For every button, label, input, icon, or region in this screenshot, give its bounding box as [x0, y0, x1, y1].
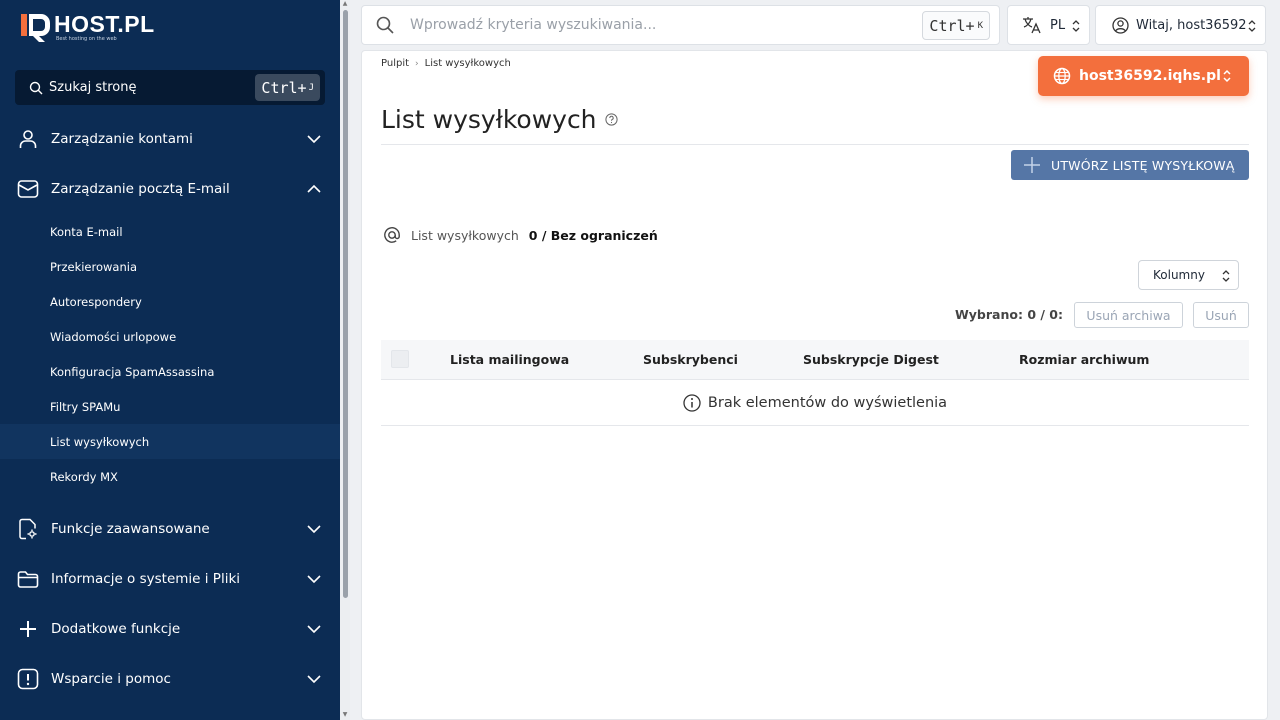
translate-icon [1023, 17, 1041, 34]
shortcut-key: J [308, 82, 314, 93]
create-mailing-list-button[interactable]: UTWÓRZ LISTĘ WYSYŁKOWĄ [1011, 150, 1249, 180]
chevron-down-icon [307, 135, 321, 144]
user-greeting: Witaj, host36592 [1136, 17, 1247, 33]
user-circle-icon [1112, 16, 1129, 34]
search-shortcut: Ctrl+ K [922, 11, 990, 40]
sidebar-item-mailing-lists[interactable]: List wysyłkowych [0, 424, 340, 459]
mail-icon [17, 178, 39, 200]
columns-label: Kolumny [1153, 268, 1205, 282]
sidebar-item-vacation-messages[interactable]: Wiadomości urlopowe [0, 319, 340, 354]
help-icon[interactable] [604, 113, 618, 126]
sidebar: HOST.PL Best hosting on the web Szukaj s… [0, 0, 340, 720]
shortcut-text: Ctrl+ [929, 16, 975, 35]
brand-name: HOST.PL [54, 11, 155, 37]
search-icon [376, 16, 394, 34]
scroll-down-arrow-icon[interactable]: ▼ [341, 711, 349, 719]
scroll-up-arrow-icon[interactable]: ▲ [341, 0, 349, 8]
search-placeholder: Wprowadź kryteria wyszukiwania... [410, 17, 657, 33]
up-down-chevron-icon [1222, 270, 1230, 282]
nav-group-extra-features[interactable]: Dodatkowe funkcje [0, 604, 340, 654]
delete-button[interactable]: Usuń [1193, 302, 1249, 328]
breadcrumb-item-dashboard[interactable]: Pulpit [381, 58, 409, 69]
globe-icon [1053, 67, 1071, 85]
host-selector-button[interactable]: host36592.iqhs.pl [1038, 56, 1249, 96]
sidebar-item-email-accounts[interactable]: Konta E-mail [0, 214, 340, 249]
column-header-subscribers[interactable]: Subskrybenci [643, 352, 738, 367]
column-header-digest-subscriptions[interactable]: Subskrypcje Digest [803, 352, 939, 367]
chevron-down-icon [307, 675, 321, 684]
up-down-chevron-icon [1248, 20, 1256, 32]
sidebar-item-spamassassin[interactable]: Konfiguracja SpamAssassina [0, 354, 340, 389]
delete-archives-button[interactable]: Usuń archiwa [1074, 302, 1183, 328]
sidebar-item-mx-records[interactable]: Rekordy MX [0, 459, 340, 494]
nav-group-label: Funkcje zaawansowane [51, 521, 210, 537]
table-header: Lista mailingowa Subskrybenci Subskrypcj… [381, 340, 1249, 380]
nav-group-label: Zarządzanie kontami [51, 131, 193, 147]
sidebar-item-forwarders[interactable]: Przekierowania [0, 249, 340, 284]
plus-icon [17, 618, 39, 640]
logo[interactable]: HOST.PL Best hosting on the web [20, 10, 155, 44]
nav-group-system-info[interactable]: Informacje o systemie i Pliki [0, 554, 340, 604]
language-label: PL [1050, 17, 1066, 33]
breadcrumb: Pulpit › List wysyłkowych [381, 58, 511, 69]
logo-mark-icon [21, 14, 50, 42]
user-icon [17, 128, 39, 150]
search-icon [29, 81, 43, 94]
nav-group-accounts[interactable]: Zarządzanie kontami [0, 114, 340, 164]
plus-icon [1024, 157, 1040, 173]
nav-group-advanced[interactable]: Funkcje zaawansowane [0, 504, 340, 554]
chevron-down-icon [307, 525, 321, 534]
sidebar-search-shortcut: Ctrl+ J [255, 74, 320, 101]
sidebar-item-autoresponders[interactable]: Autorespondery [0, 284, 340, 319]
mailing-list-counter: List wysyłkowych 0 / Bez ograniczeń [383, 226, 658, 244]
nav-group-support[interactable]: Wsparcie i pomoc [0, 654, 340, 704]
column-header-archive-size[interactable]: Rozmiar archiwum [1019, 352, 1149, 367]
empty-message: Brak elementów do wyświetlenia [707, 395, 948, 411]
breadcrumb-item-current: List wysyłkowych [424, 58, 511, 69]
advanced-settings-icon [17, 518, 39, 540]
create-mailing-list-label: UTWÓRZ LISTĘ WYSYŁKOWĄ [1051, 157, 1235, 173]
chevron-up-icon [307, 184, 321, 193]
columns-select[interactable]: Kolumny [1138, 260, 1239, 290]
shortcut-key: K [977, 20, 983, 31]
folder-icon [17, 568, 39, 590]
counter-value: 0 / Bez ograniczeń [528, 227, 658, 243]
nav-group-label: Dodatkowe funkcje [51, 621, 181, 637]
table-empty-row: Brak elementów do wyświetlenia [381, 381, 1249, 426]
sidebar-search-label: Szukaj stronę [49, 80, 137, 95]
chevron-down-icon [307, 625, 321, 634]
alert-icon [17, 668, 39, 690]
nav-group-label: Informacje o systemie i Pliki [51, 571, 241, 587]
user-menu[interactable]: Witaj, host36592 [1095, 5, 1266, 45]
language-select[interactable]: PL [1007, 5, 1090, 45]
info-icon [683, 394, 701, 412]
counter-label: List wysyłkowych [411, 227, 519, 243]
main-panel: Pulpit › List wysyłkowych host36592.iqhs… [361, 50, 1268, 720]
nav-group-label: Zarządzanie pocztą E-mail [51, 181, 230, 197]
sidebar-item-spam-filters[interactable]: Filtry SPAMu [0, 389, 340, 424]
column-header-mailing-list[interactable]: Lista mailingowa [450, 352, 569, 367]
host-selector-label: host36592.iqhs.pl [1079, 68, 1221, 84]
shortcut-text: Ctrl+ [261, 78, 307, 97]
up-down-chevron-icon [1223, 69, 1231, 83]
at-sign-icon [384, 227, 400, 243]
nav-group-email[interactable]: Zarządzanie pocztą E-mail [0, 164, 340, 214]
title-divider [381, 144, 1249, 145]
selection-count: Wybrano: 0 / 0: [955, 307, 1063, 322]
page-title: List wysyłkowych [381, 105, 618, 134]
sidebar-scrollbar-thumb[interactable] [343, 10, 348, 598]
page-title-text: List wysyłkowych [381, 105, 597, 134]
sidebar-search[interactable]: Szukaj stronę Ctrl+ J [15, 70, 325, 105]
chevron-down-icon [307, 575, 321, 584]
global-search-input[interactable]: Wprowadź kryteria wyszukiwania... Ctrl+ K [361, 5, 1000, 45]
select-all-checkbox[interactable] [391, 350, 409, 368]
up-down-chevron-icon [1072, 20, 1080, 32]
chevron-right-icon: › [415, 58, 419, 69]
nav-group-label: Wsparcie i pomoc [51, 671, 171, 687]
